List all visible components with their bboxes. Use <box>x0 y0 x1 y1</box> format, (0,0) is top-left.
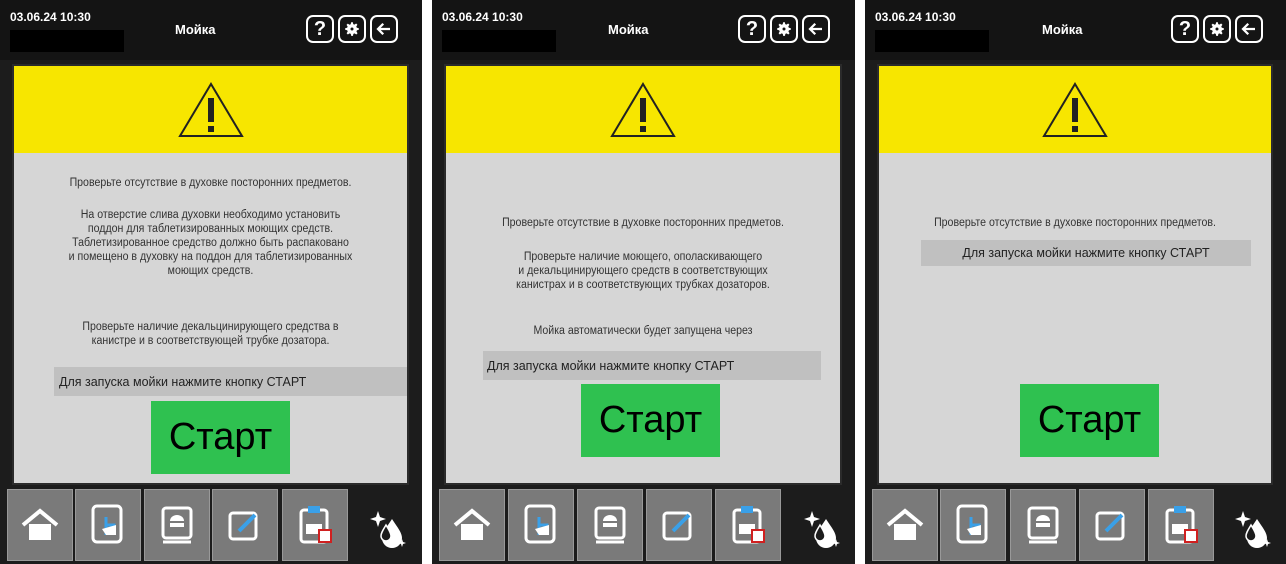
top-bar: 03.06.24 10:30 Мойка ? <box>865 0 1286 60</box>
screen-1: 03.06.24 10:30 Мойка ? Проверьте отсутст… <box>0 0 422 564</box>
nav-edit-button[interactable] <box>212 489 278 561</box>
redacted-area <box>442 30 556 52</box>
back-arrow-icon <box>1241 22 1255 36</box>
nav-cleaning-button[interactable] <box>1148 489 1214 561</box>
nav-recipes-button[interactable] <box>1010 489 1076 561</box>
help-icon: ? <box>313 17 327 40</box>
bottom-nav <box>865 487 1286 564</box>
wash-info-card: Проверьте отсутствие в духовке посторонн… <box>444 64 842 485</box>
edit-icon <box>662 511 692 541</box>
redacted-area <box>10 30 124 52</box>
warning-triangle-icon <box>1042 81 1108 137</box>
recipe-book-icon <box>594 506 626 544</box>
nav-recipes-button[interactable] <box>144 489 210 561</box>
home-icon <box>453 508 491 540</box>
back-arrow-icon <box>376 22 390 36</box>
home-icon <box>886 508 924 540</box>
nav-home-button[interactable] <box>7 489 73 561</box>
wash-drops-icon[interactable] <box>368 505 408 549</box>
touch-program-icon <box>956 504 988 544</box>
start-prompt: Для запуска мойки нажмите кнопку СТАРТ <box>921 240 1251 266</box>
nav-edit-button[interactable] <box>646 489 712 561</box>
help-button[interactable]: ? <box>1171 15 1199 43</box>
back-button[interactable] <box>1235 15 1263 43</box>
touch-program-icon <box>91 504 123 544</box>
datetime: 03.06.24 10:30 <box>875 10 956 24</box>
detergent-check-text: Проверьте наличие моющего, ополаскивающе… <box>516 251 770 291</box>
cleaning-checklist-icon <box>1165 506 1198 544</box>
help-icon: ? <box>1178 17 1192 40</box>
nav-cleaning-button[interactable] <box>715 489 781 561</box>
top-bar: 03.06.24 10:30 Мойка ? <box>0 0 422 60</box>
bottom-nav <box>0 487 422 564</box>
warning-triangle-icon <box>177 81 244 137</box>
settings-button[interactable] <box>770 15 798 43</box>
cleaning-checklist-icon <box>732 506 765 544</box>
edit-icon <box>228 511 258 541</box>
screen-title: Мойка <box>1042 22 1083 37</box>
tablet-tray-instructions: На отверстие слива духовки необходимо ус… <box>68 209 353 277</box>
datetime: 03.06.24 10:30 <box>10 10 91 24</box>
redacted-area <box>875 30 989 52</box>
check-foreign-objects-text: Проверьте отсутствие в духовке посторонн… <box>502 217 784 229</box>
edit-icon <box>1095 511 1125 541</box>
recipe-book-icon <box>161 506 193 544</box>
settings-button[interactable] <box>338 15 366 43</box>
settings-icon <box>1210 22 1224 36</box>
help-button[interactable]: ? <box>306 15 334 43</box>
check-foreign-objects-text: Проверьте отсутствие в духовке посторонн… <box>69 177 352 189</box>
nav-cleaning-button[interactable] <box>282 489 348 561</box>
home-icon <box>21 508 59 540</box>
nav-program-button[interactable] <box>940 489 1006 561</box>
screen-2: 03.06.24 10:30 Мойка ? Проверьте отсутст… <box>432 0 855 564</box>
bottom-nav <box>432 487 855 564</box>
start-button[interactable]: Старт <box>1020 384 1159 457</box>
settings-button[interactable] <box>1203 15 1231 43</box>
check-foreign-objects-text: Проверьте отсутствие в духовке посторонн… <box>934 217 1216 229</box>
touch-program-icon <box>524 504 556 544</box>
nav-program-button[interactable] <box>75 489 141 561</box>
back-button[interactable] <box>370 15 398 43</box>
help-button[interactable]: ? <box>738 15 766 43</box>
warning-banner <box>879 66 1271 153</box>
auto-start-text: Мойка автоматически будет запущена через <box>533 325 753 337</box>
nav-recipes-button[interactable] <box>577 489 643 561</box>
help-icon: ? <box>745 17 759 40</box>
recipe-book-icon <box>1027 506 1059 544</box>
descaler-check-text: Проверьте наличие декальцинирующего сред… <box>82 321 339 347</box>
wash-info-card: Проверьте отсутствие в духовке посторонн… <box>877 64 1273 485</box>
top-bar: 03.06.24 10:30 Мойка ? <box>432 0 855 60</box>
start-button[interactable]: Старт <box>581 384 720 457</box>
screen-title: Мойка <box>175 22 216 37</box>
warning-banner <box>446 66 840 153</box>
screen-title: Мойка <box>608 22 649 37</box>
nav-home-button[interactable] <box>872 489 938 561</box>
wash-drops-icon[interactable] <box>802 505 842 549</box>
cleaning-checklist-icon <box>299 506 332 544</box>
settings-icon <box>345 22 359 36</box>
settings-icon <box>777 22 791 36</box>
wash-info-card: Проверьте отсутствие в духовке посторонн… <box>12 64 409 485</box>
warning-banner <box>14 66 407 153</box>
start-prompt: Для запуска мойки нажмите кнопку СТАРТ <box>54 367 407 396</box>
start-button[interactable]: Старт <box>151 401 290 474</box>
nav-home-button[interactable] <box>439 489 505 561</box>
warning-triangle-icon <box>610 81 676 137</box>
screen-3: 03.06.24 10:30 Мойка ? Проверьте отсутст… <box>865 0 1286 564</box>
start-prompt: Для запуска мойки нажмите кнопку СТАРТ <box>483 351 821 380</box>
back-arrow-icon <box>808 22 822 36</box>
nav-program-button[interactable] <box>508 489 574 561</box>
wash-drops-icon[interactable] <box>1233 505 1273 549</box>
datetime: 03.06.24 10:30 <box>442 10 523 24</box>
back-button[interactable] <box>802 15 830 43</box>
nav-edit-button[interactable] <box>1079 489 1145 561</box>
